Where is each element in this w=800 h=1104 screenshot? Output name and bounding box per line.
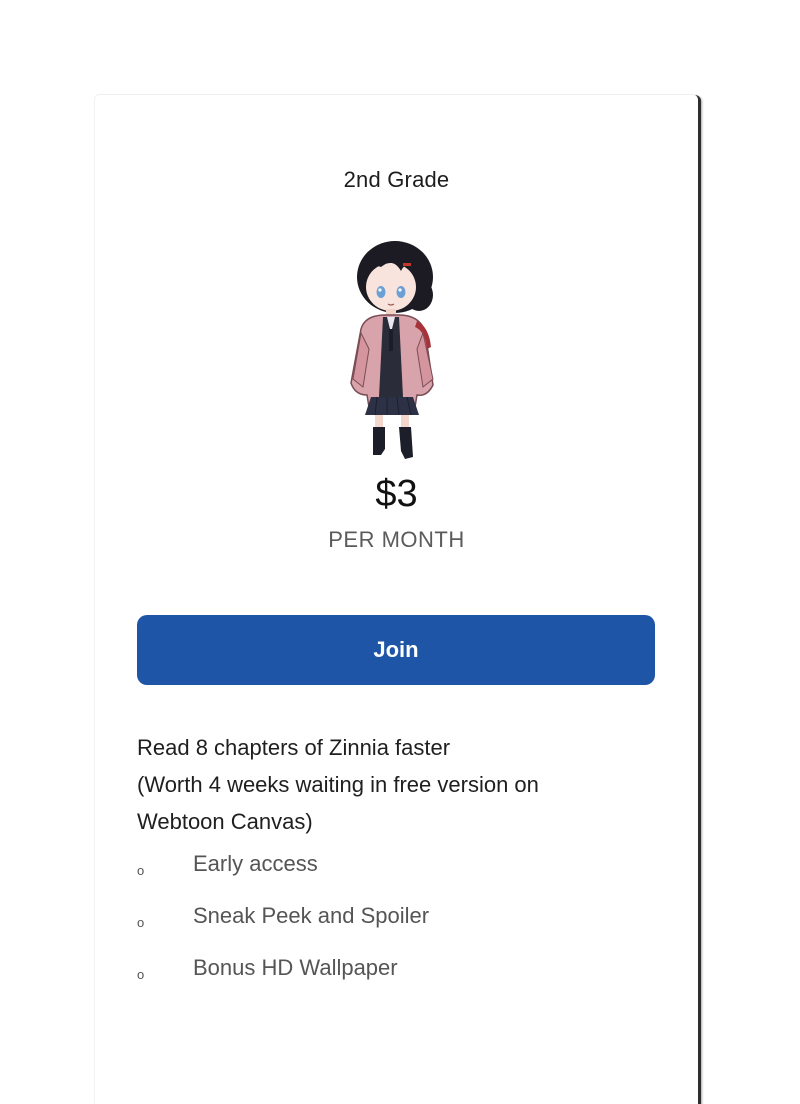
join-button[interactable]: Join	[137, 615, 655, 685]
description-line: Webtoon Canvas)	[137, 809, 313, 834]
membership-tier-card: 2nd Grade $3 PER MONTH Join Read 8 chapt…	[94, 94, 698, 1104]
character-avatar-image	[350, 241, 434, 459]
benefit-label: Bonus HD Wallpaper	[193, 955, 398, 980]
bullet-icon: o	[137, 967, 145, 982]
bullet-icon: o	[137, 863, 145, 878]
benefit-label: Sneak Peek and Spoiler	[193, 903, 430, 928]
description-line: Read 8 chapters of Zinnia faster	[137, 735, 451, 760]
tier-description: Read 8 chapters of Zinnia faster (Worth …	[137, 729, 677, 840]
tier-title: 2nd Grade	[343, 167, 450, 192]
description-line: (Worth 4 weeks waiting in free version o…	[137, 772, 539, 797]
bullet-icon: o	[137, 915, 145, 930]
price-period: PER MONTH	[328, 527, 465, 552]
benefit-label: Early access	[193, 851, 318, 876]
price-amount: $3	[375, 473, 418, 515]
